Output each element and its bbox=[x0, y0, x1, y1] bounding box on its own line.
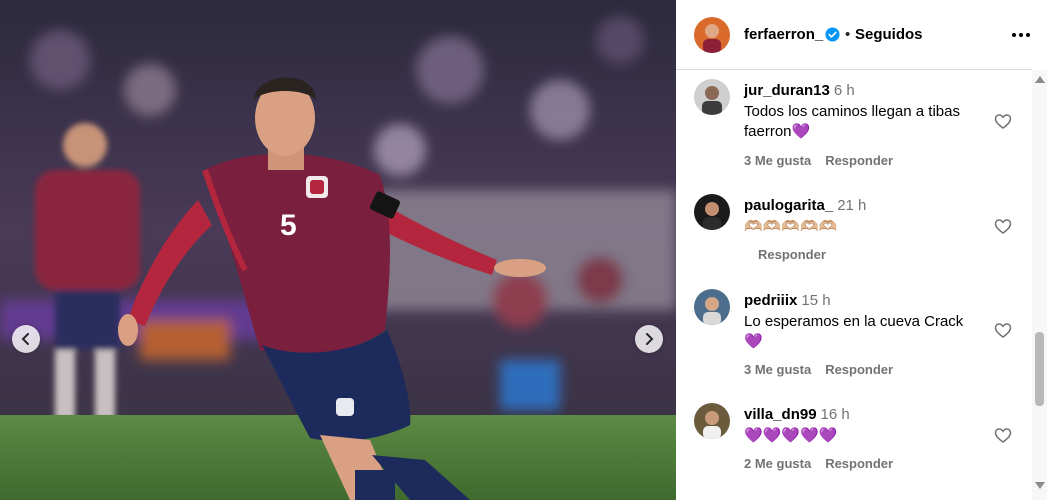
chevron-right-icon bbox=[646, 333, 654, 345]
comment-likes[interactable]: 3 Me gusta bbox=[744, 153, 811, 168]
comment-avatar[interactable] bbox=[694, 194, 730, 230]
comment-avatar[interactable] bbox=[694, 403, 730, 439]
reply-button[interactable]: Responder bbox=[825, 362, 893, 377]
comment-avatar[interactable] bbox=[694, 79, 730, 115]
scrollbar-thumb[interactable] bbox=[1035, 332, 1044, 406]
comment-meta: 2 Me gusta Responder bbox=[744, 456, 907, 471]
carousel-next-button[interactable] bbox=[635, 325, 663, 353]
comment-username[interactable]: jur_duran13 6 h bbox=[744, 82, 855, 99]
comment-meta: 3 Me gusta Responder bbox=[744, 362, 907, 377]
comment-text: Todos los caminos llegan a tibas faerron… bbox=[744, 103, 960, 140]
post-header: ferfaerron_ • Seguidos bbox=[676, 0, 1032, 70]
reply-button[interactable]: Responder bbox=[758, 247, 826, 262]
verified-badge-icon bbox=[825, 27, 840, 42]
comment-meta: 3 Me gusta Responder bbox=[744, 153, 907, 168]
more-options-icon[interactable] bbox=[1011, 26, 1031, 44]
comment-item: jur_duran13 6 h Todos los caminos llegan … bbox=[676, 79, 1032, 179]
heart-outline-icon[interactable] bbox=[993, 320, 1013, 340]
comment-time: 6 h bbox=[833, 82, 855, 99]
jersey-number: 5 bbox=[280, 209, 297, 242]
separator-dot: • bbox=[845, 26, 851, 43]
comment-text: Lo esperamos en la cueva Crack 💜 bbox=[744, 313, 964, 350]
heart-outline-icon[interactable] bbox=[993, 216, 1013, 236]
author-username[interactable]: ferfaerron_ bbox=[744, 26, 823, 43]
comment-text: 🫶🏼🫶🏼🫶🏼🫶🏼🫶🏼 bbox=[744, 218, 838, 235]
comment-time: 16 h bbox=[820, 406, 850, 423]
carousel-prev-button[interactable] bbox=[12, 325, 40, 353]
comment-time: 21 h bbox=[837, 197, 867, 214]
author-avatar[interactable] bbox=[694, 17, 730, 53]
comment-username[interactable]: pedriiix 15 h bbox=[744, 292, 831, 309]
comment-avatar[interactable] bbox=[694, 289, 730, 325]
comment-meta: Responder bbox=[744, 247, 840, 262]
comment-text: 💜💜💜💜💜 bbox=[744, 427, 838, 444]
comment-item: pedriiix 15 h Lo esperamos en la cueva Cr… bbox=[676, 289, 1032, 389]
reply-button[interactable]: Responder bbox=[825, 153, 893, 168]
comments-scrollbar[interactable] bbox=[1032, 70, 1047, 500]
comment-item: paulogarita_ 21 h 🫶🏼🫶🏼🫶🏼🫶🏼🫶🏼 Responder bbox=[676, 194, 1032, 274]
comment-time: 15 h bbox=[801, 292, 831, 309]
comment-item: villa_dn99 16 h 💜💜💜💜💜 2 Me gusta Responder bbox=[676, 403, 1032, 483]
comments-panel: ferfaerron_ • Seguidos jur_duran13 6 h To… bbox=[676, 0, 1047, 500]
comments-list: jur_duran13 6 h Todos los caminos llegan … bbox=[676, 70, 1032, 500]
comment-username[interactable]: villa_dn99 16 h bbox=[744, 406, 850, 423]
heart-outline-icon[interactable] bbox=[993, 425, 1013, 445]
comment-likes[interactable]: 3 Me gusta bbox=[744, 362, 811, 377]
scroll-down-arrow-icon[interactable] bbox=[1035, 482, 1045, 489]
comment-likes[interactable]: 2 Me gusta bbox=[744, 456, 811, 471]
post-photo: 5 bbox=[0, 0, 676, 500]
post-media[interactable]: 5 bbox=[0, 0, 676, 500]
scroll-up-arrow-icon[interactable] bbox=[1035, 76, 1045, 83]
heart-outline-icon[interactable] bbox=[993, 111, 1013, 131]
comment-username[interactable]: paulogarita_ 21 h bbox=[744, 197, 866, 214]
chevron-left-icon bbox=[21, 333, 29, 345]
reply-button[interactable]: Responder bbox=[825, 456, 893, 471]
following-button[interactable]: Seguidos bbox=[855, 26, 923, 43]
